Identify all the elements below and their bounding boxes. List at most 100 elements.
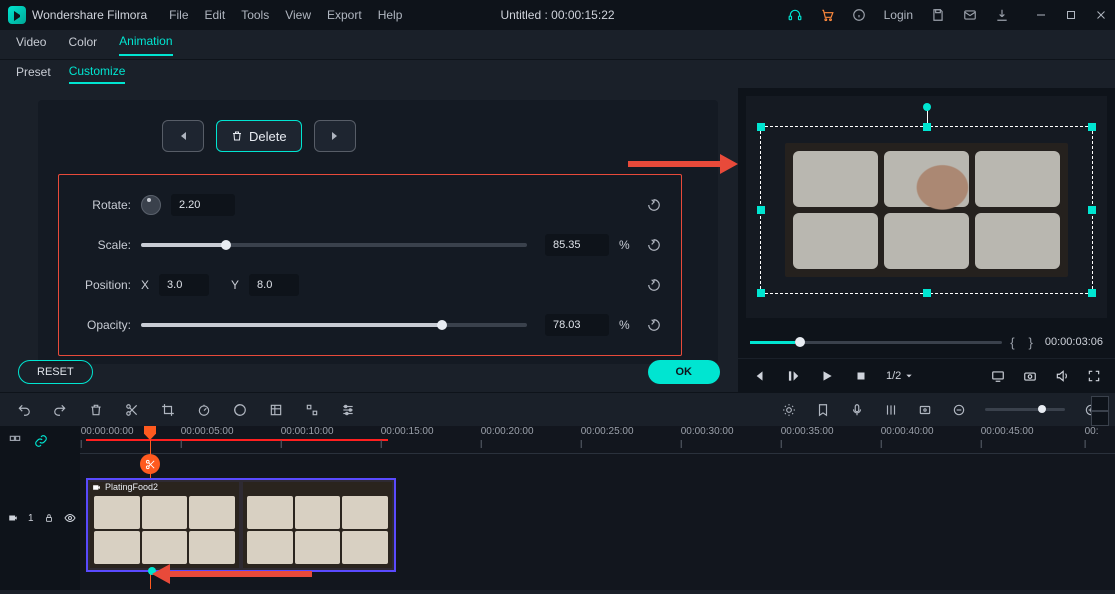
voiceover-icon[interactable] <box>849 402 865 418</box>
download-icon[interactable] <box>995 8 1009 22</box>
scale-slider[interactable] <box>141 243 527 247</box>
window-minimize-icon[interactable] <box>1035 9 1047 21</box>
snapshot-icon[interactable] <box>1021 367 1039 385</box>
timeline-link-icon[interactable] <box>34 434 48 448</box>
rotate-knob[interactable] <box>141 195 161 215</box>
rotate-handle[interactable] <box>923 103 931 111</box>
zoom-out-icon[interactable] <box>951 402 967 418</box>
opacity-input[interactable] <box>545 314 609 336</box>
rotate-input[interactable] <box>171 194 235 216</box>
rotate-reset-icon[interactable] <box>647 198 661 212</box>
next-keyframe-button[interactable] <box>314 120 356 152</box>
timeline-canvas[interactable]: 00:00:00:00 00:00:05:00 00:00:10:00 00:0… <box>80 426 1115 590</box>
tab-video[interactable]: Video <box>16 35 46 55</box>
tab-color[interactable]: Color <box>68 35 97 55</box>
scale-reset-icon[interactable] <box>647 238 661 252</box>
redo-icon[interactable] <box>52 402 68 418</box>
save-icon[interactable] <box>931 8 945 22</box>
timeline-clip[interactable]: PlatingFood2 <box>86 478 396 572</box>
adjust-icon[interactable] <box>340 402 356 418</box>
position-reset-icon[interactable] <box>647 278 661 292</box>
window-close-icon[interactable] <box>1095 9 1107 21</box>
audio-mixer-icon[interactable] <box>883 402 899 418</box>
pos-y-input[interactable] <box>249 274 299 296</box>
playhead-icon[interactable] <box>144 426 156 440</box>
crop-icon[interactable] <box>160 402 176 418</box>
split-icon[interactable] <box>124 402 140 418</box>
speed-icon[interactable] <box>196 402 212 418</box>
cart-icon[interactable] <box>820 8 834 22</box>
main-menu: File Edit Tools View Export Help <box>169 8 402 22</box>
menu-help[interactable]: Help <box>378 8 403 22</box>
timeline: 1 00:00:00:00 00:00:05:00 00:00:10:00 00… <box>0 426 1115 590</box>
menu-file[interactable]: File <box>169 8 188 22</box>
resize-handle-bl[interactable] <box>757 289 765 297</box>
preview-seek-slider[interactable] <box>750 341 1002 344</box>
opacity-slider[interactable] <box>141 323 527 327</box>
scale-input[interactable] <box>545 234 609 256</box>
annotation-arrow-right-icon <box>628 154 738 174</box>
headset-icon[interactable] <box>788 8 802 22</box>
track-number: 1 <box>28 513 34 524</box>
track-lock-icon[interactable] <box>44 513 54 523</box>
menu-export[interactable]: Export <box>327 8 362 22</box>
play-icon[interactable] <box>818 367 836 385</box>
track-visibility-icon[interactable] <box>64 512 76 524</box>
render-icon[interactable] <box>917 402 933 418</box>
reset-button[interactable]: RESET <box>18 360 93 384</box>
preview-viewport[interactable] <box>746 96 1107 318</box>
mark-in-icon[interactable]: { <box>1010 335 1014 350</box>
resize-handle-ml[interactable] <box>757 206 765 214</box>
login-button[interactable]: Login <box>884 8 913 22</box>
pos-x-label: X <box>141 278 149 292</box>
resize-handle-mb[interactable] <box>923 289 931 297</box>
timeline-toolbar <box>0 392 1115 426</box>
menu-edit[interactable]: Edit <box>205 8 226 22</box>
green-screen-icon[interactable] <box>268 402 284 418</box>
playback-speed-dropdown[interactable]: 1/2 <box>886 370 913 382</box>
resize-handle-tr[interactable] <box>1088 123 1096 131</box>
display-icon[interactable] <box>989 367 1007 385</box>
pos-x-input[interactable] <box>159 274 209 296</box>
ruler-tick: 00:00:15:00 <box>381 426 434 437</box>
menu-view[interactable]: View <box>285 8 311 22</box>
scissors-marker-icon[interactable] <box>140 454 160 474</box>
opacity-reset-icon[interactable] <box>647 318 661 332</box>
zoom-slider[interactable] <box>985 408 1065 411</box>
opacity-label: Opacity: <box>71 318 131 332</box>
stop-icon[interactable] <box>852 367 870 385</box>
resize-handle-mr[interactable] <box>1088 206 1096 214</box>
color-icon[interactable] <box>232 402 248 418</box>
mark-out-icon[interactable]: } <box>1029 335 1033 350</box>
resize-handle-br[interactable] <box>1088 289 1096 297</box>
window-maximize-icon[interactable] <box>1065 9 1077 21</box>
transform-bounding-box[interactable] <box>760 126 1093 294</box>
tab-animation[interactable]: Animation <box>119 34 172 56</box>
clip-name: PlatingFood2 <box>105 482 158 492</box>
brightness-icon[interactable] <box>781 402 797 418</box>
subtab-preset[interactable]: Preset <box>16 65 51 83</box>
timeline-ruler[interactable]: 00:00:00:00 00:00:05:00 00:00:10:00 00:0… <box>80 426 1115 454</box>
mail-icon[interactable] <box>963 8 977 22</box>
menu-tools[interactable]: Tools <box>241 8 269 22</box>
ok-button[interactable]: OK <box>648 360 721 384</box>
fullscreen-icon[interactable] <box>1085 367 1103 385</box>
ruler-tick: 00:00:05:00 <box>181 426 234 437</box>
motion-tracking-icon[interactable] <box>304 402 320 418</box>
app-logo-icon <box>8 6 26 24</box>
play-pause-icon[interactable] <box>784 367 802 385</box>
resize-handle-mt[interactable] <box>923 123 931 131</box>
step-back-icon[interactable] <box>750 367 768 385</box>
delete-keyframe-button[interactable]: Delete <box>216 120 302 152</box>
resize-handle-tl[interactable] <box>757 123 765 131</box>
ruler-tick: 00:00:25:00 <box>581 426 634 437</box>
timeline-manage-icon[interactable] <box>8 434 22 448</box>
prev-keyframe-button[interactable] <box>162 120 204 152</box>
marker-icon[interactable] <box>815 402 831 418</box>
volume-icon[interactable] <box>1053 367 1071 385</box>
delete-icon[interactable] <box>88 402 104 418</box>
info-icon[interactable] <box>852 8 866 22</box>
keyframe-properties-highlight: Rotate: Scale: % <box>58 174 682 356</box>
undo-icon[interactable] <box>16 402 32 418</box>
subtab-customize[interactable]: Customize <box>69 64 126 84</box>
